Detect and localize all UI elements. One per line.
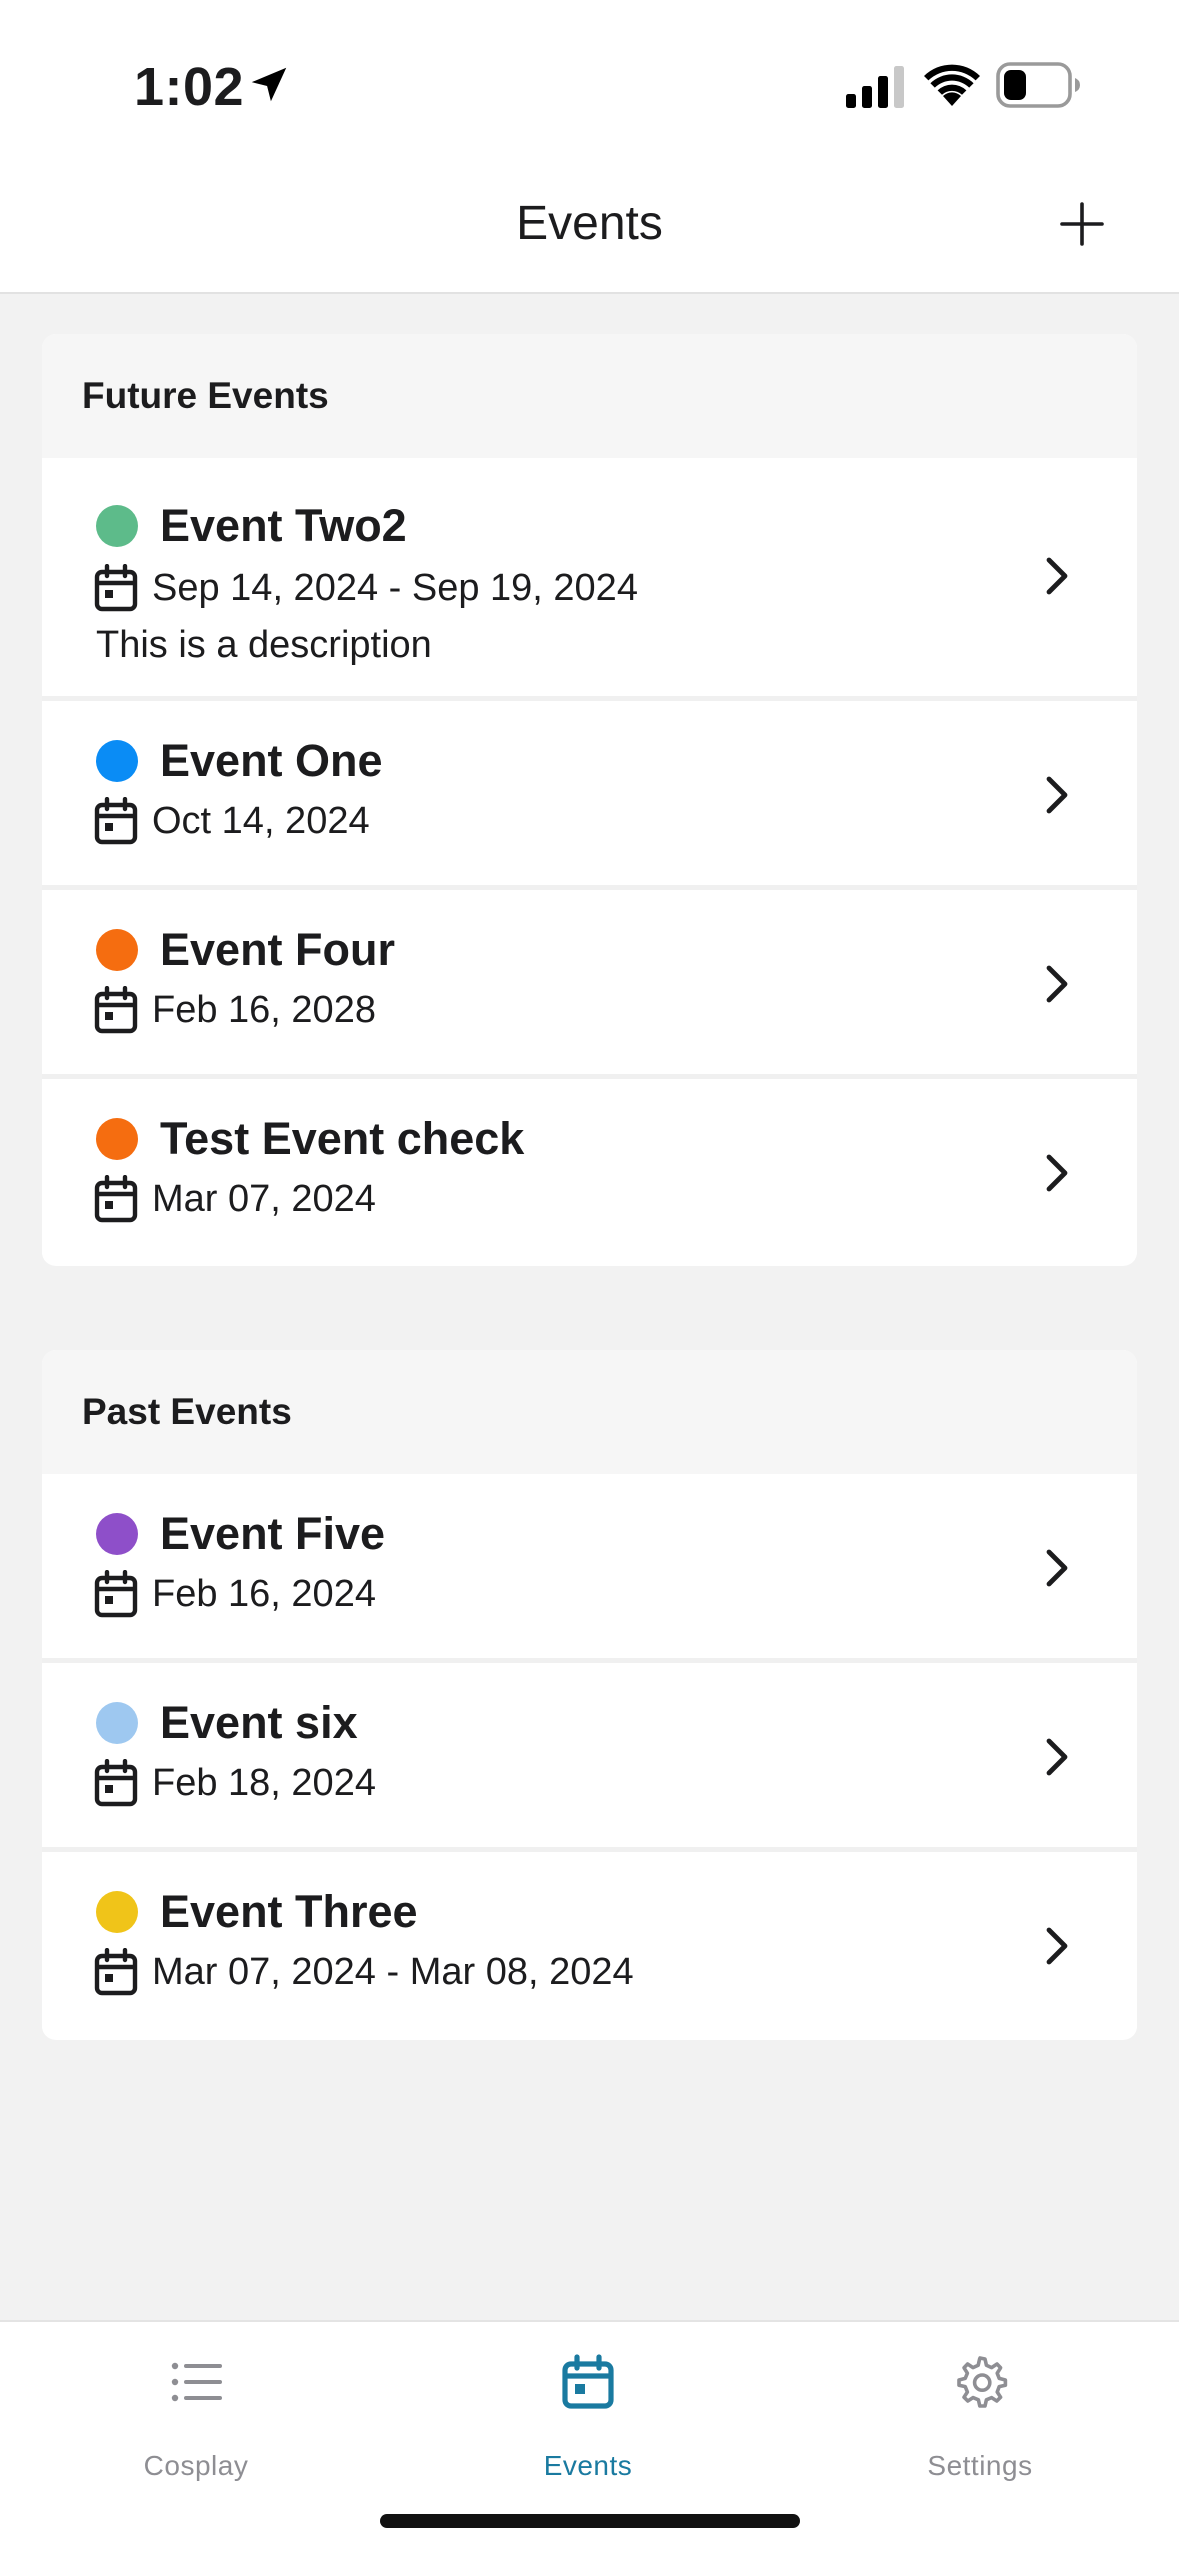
event-title-group: Event Five: [96, 1508, 385, 1560]
event-row[interactable]: Test Event check Mar 07, 2024: [42, 1074, 1137, 1263]
wifi-icon: [924, 64, 980, 106]
page-title: Events: [516, 197, 663, 250]
list-icon: [171, 2362, 222, 2402]
event-date: Feb 16, 2024: [152, 1572, 376, 1615]
calendar-icon: [562, 2354, 614, 2409]
event-date-group: Feb 16, 2024: [94, 1570, 376, 1618]
tab-cosplay[interactable]: Cosplay: [46, 2322, 346, 2482]
event-title-group: Event Two2: [96, 500, 407, 552]
event-description: This is a description: [96, 624, 432, 666]
event-date: Oct 14, 2024: [152, 799, 370, 842]
event-color-dot: [96, 1513, 138, 1555]
event-row[interactable]: Event Three Mar 07, 2024 - Mar 08, 2024: [42, 1847, 1137, 2036]
event-row[interactable]: Event Four Feb 16, 2028: [42, 885, 1137, 1074]
calendar-icon: [94, 1948, 138, 1996]
location-arrow-icon: [251, 67, 287, 102]
event-color-dot: [96, 505, 138, 547]
event-date-group: Mar 07, 2024: [94, 1175, 376, 1223]
event-title: Event Two2: [160, 500, 407, 551]
event-date: Feb 18, 2024: [152, 1761, 376, 1804]
event-row[interactable]: Event Five Feb 16, 2024: [42, 1474, 1137, 1658]
chevron-right-icon: [1046, 965, 1068, 1003]
event-date: Sep 14, 2024 - Sep 19, 2024: [152, 566, 638, 609]
status-time: 1:02: [134, 57, 245, 117]
chevron-right-icon: [1046, 776, 1068, 814]
calendar-icon: [94, 564, 138, 612]
event-title: Event six: [160, 1697, 358, 1748]
event-date-group: Feb 16, 2028: [94, 986, 376, 1034]
event-color-dot: [96, 1891, 138, 1933]
tab-events[interactable]: Events: [438, 2322, 738, 2482]
tab-settings[interactable]: Settings: [830, 2322, 1130, 2482]
future-events-section: Future Events Event Two2 Sep 14, 2024 - …: [42, 334, 1137, 1266]
gear-icon: [957, 2356, 1008, 2408]
event-row[interactable]: Event six Feb 18, 2024: [42, 1658, 1137, 1847]
home-indicator: [380, 2514, 800, 2528]
event-color-dot: [96, 1702, 138, 1744]
calendar-icon: [94, 986, 138, 1034]
add-event-button[interactable]: [1058, 200, 1106, 248]
cellular-signal-icon: [846, 66, 904, 108]
calendar-icon: [94, 797, 138, 845]
event-title-group: Event six: [96, 1697, 358, 1749]
event-date: Feb 16, 2028: [152, 988, 376, 1031]
event-color-dot: [96, 929, 138, 971]
event-date-group: Mar 07, 2024 - Mar 08, 2024: [94, 1948, 634, 1996]
tab-label: Settings: [927, 2450, 1033, 2481]
chevron-right-icon: [1046, 1738, 1068, 1776]
section-header: Future Events: [42, 334, 1137, 458]
tab-label: Cosplay: [143, 2450, 249, 2481]
event-date-group: Feb 18, 2024: [94, 1759, 376, 1807]
event-date: Mar 07, 2024 - Mar 08, 2024: [152, 1950, 634, 1993]
event-title: Test Event check: [160, 1113, 525, 1164]
event-title: Event One: [160, 735, 383, 786]
event-date-group: Oct 14, 2024: [94, 797, 370, 845]
chevron-right-icon: [1046, 1154, 1068, 1192]
event-title: Event Four: [160, 924, 396, 975]
chevron-right-icon: [1046, 1549, 1068, 1587]
event-title-group: Event One: [96, 735, 383, 787]
calendar-icon: [94, 1175, 138, 1223]
chevron-right-icon: [1046, 1927, 1068, 1965]
calendar-icon: [94, 1759, 138, 1807]
event-title: Event Three: [160, 1886, 418, 1937]
event-date: Mar 07, 2024: [152, 1177, 376, 1220]
section-header: Past Events: [42, 1350, 1137, 1474]
chevron-right-icon: [1046, 557, 1068, 595]
event-row[interactable]: Event Two2 Sep 14, 2024 - Sep 19, 2024 T…: [42, 458, 1137, 696]
calendar-icon: [94, 1570, 138, 1618]
event-title-group: Event Four: [96, 924, 395, 976]
event-title: Event Five: [160, 1508, 386, 1559]
event-date-group: Sep 14, 2024 - Sep 19, 2024: [94, 564, 638, 612]
past-events-section: Past Events Event Five Feb 16, 2024 Even…: [42, 1350, 1137, 2040]
event-title-group: Event Three: [96, 1886, 418, 1938]
event-row[interactable]: Event One Oct 14, 2024: [42, 696, 1137, 885]
header: 1:02 Events: [0, 0, 1179, 294]
battery-icon: [996, 62, 1080, 108]
event-color-dot: [96, 1118, 138, 1160]
event-color-dot: [96, 740, 138, 782]
event-title-group: Test Event check: [96, 1113, 524, 1165]
tab-label: Events: [543, 2450, 633, 2481]
